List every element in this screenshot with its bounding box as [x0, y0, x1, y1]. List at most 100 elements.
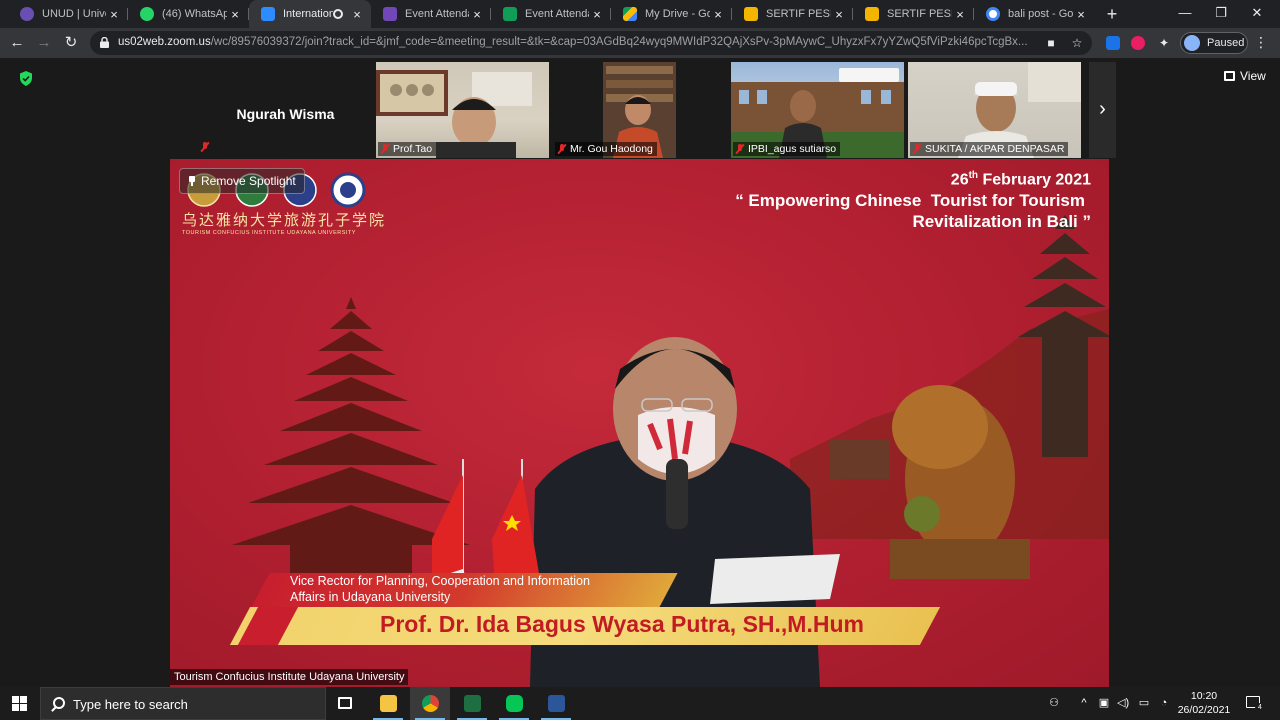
- volume-icon[interactable]: ◁): [1117, 697, 1129, 709]
- close-tab-icon[interactable]: ×: [831, 7, 847, 22]
- tab-my-drive[interactable]: My Drive - Goo ×: [611, 0, 732, 28]
- encryption-shield-icon[interactable]: [19, 71, 33, 86]
- spotlight-video[interactable]: 乌达雅纳大学旅游孔子学院 TOURISM CONFUCIUS INSTITUTE…: [170, 159, 1109, 687]
- participant-name-caption: IPBI_agus sutiarso: [733, 142, 841, 156]
- participant-video-tile[interactable]: SUKITA / AKPAR DENPASAR: [908, 62, 1081, 158]
- close-tab-icon[interactable]: ×: [710, 7, 726, 22]
- tab-title: Event Attendan: [525, 8, 589, 20]
- participant-name: Ngurah Wisma: [236, 106, 335, 122]
- close-tab-icon[interactable]: ×: [106, 7, 122, 22]
- spotlight-participant-name: Tourism Confucius Institute Udayana Univ…: [170, 669, 409, 685]
- chrome-taskbar-button[interactable]: [410, 687, 450, 720]
- participant-video-tile[interactable]: IPBI_agus sutiarso: [731, 62, 904, 158]
- tab-title: SERTIF PESERTA: [887, 8, 952, 20]
- speaker-name: Prof. Dr. Ida Bagus Wyasa Putra, SH.,M.H…: [380, 611, 864, 637]
- windows-start-icon[interactable]: [12, 696, 27, 711]
- participant-name-caption: Mr. Gou Haodong: [555, 142, 657, 156]
- chrome-icon: [422, 695, 439, 712]
- tab-bali-post[interactable]: bali post - Goo ×: [974, 0, 1095, 28]
- extensions-puzzle-icon[interactable]: ✦: [1157, 36, 1171, 50]
- reload-button[interactable]: ↻: [60, 32, 82, 54]
- search-placeholder: Type here to search: [73, 697, 188, 712]
- browser-tab-strip: UNUD | Univers × (46) WhatsApp × Interna…: [0, 0, 1280, 28]
- participant-tile-no-video[interactable]: Ngurah Wisma: [198, 62, 373, 158]
- tab-whatsapp[interactable]: (46) WhatsApp ×: [128, 0, 249, 28]
- tab-event-attendance-2[interactable]: Event Attendan ×: [491, 0, 611, 28]
- view-button[interactable]: View: [1224, 69, 1266, 83]
- task-view-button[interactable]: [326, 687, 366, 720]
- participant-name-caption: SUKITA / AKPAR DENPASAR: [910, 142, 1069, 156]
- profile-button[interactable]: Paused: [1180, 32, 1248, 54]
- event-theme-line-2: Revitalization in Bali ”: [912, 212, 1091, 231]
- action-center-notification-icon[interactable]: 4: [1246, 696, 1265, 713]
- people-icon[interactable]: ⚇: [1048, 697, 1060, 709]
- remove-spotlight-label: Remove Spotlight: [201, 174, 296, 188]
- tab-title: My Drive - Goo: [645, 8, 710, 20]
- tab-event-attendance-1[interactable]: Event Attendan ×: [371, 0, 491, 28]
- avatar: [1184, 35, 1200, 51]
- participant-video-tile[interactable]: Mr. Gou Haodong: [553, 62, 726, 158]
- wifi-icon[interactable]: ◔: [1158, 697, 1170, 709]
- close-tab-icon[interactable]: ×: [589, 7, 605, 22]
- close-tab-icon[interactable]: ×: [952, 7, 968, 22]
- tab-sertif-1[interactable]: SERTIF PESERTA ×: [732, 0, 853, 28]
- tab-title: (46) WhatsApp: [162, 8, 227, 20]
- taskbar-search-box[interactable]: Type here to search: [40, 687, 326, 720]
- file-explorer-button[interactable]: [368, 687, 408, 720]
- close-tab-icon[interactable]: ×: [227, 7, 243, 22]
- network-status-icon[interactable]: ▣: [1098, 697, 1110, 709]
- chrome-menu-icon[interactable]: ⋮: [1254, 34, 1268, 51]
- close-tab-icon[interactable]: ×: [1073, 7, 1089, 22]
- line-taskbar-button[interactable]: [494, 687, 534, 720]
- participant-video-tile[interactable]: Prof.Tao: [376, 62, 549, 158]
- word-taskbar-button[interactable]: [536, 687, 576, 720]
- show-hidden-icons-chevron-icon[interactable]: ^: [1078, 697, 1090, 709]
- sheets-favicon-icon: [503, 7, 517, 21]
- muted-mic-icon: [380, 144, 390, 154]
- event-date: 26th February 2021: [950, 170, 1091, 189]
- participant-name-caption: Prof.Tao: [378, 142, 437, 156]
- forward-button[interactable]: →: [33, 32, 55, 54]
- tab-unud[interactable]: UNUD | Univers ×: [8, 0, 128, 28]
- muted-mic-icon: [735, 144, 745, 154]
- notification-count: 4: [1255, 703, 1265, 713]
- word-icon: [548, 695, 565, 712]
- grid-view-icon: [1224, 71, 1235, 81]
- extension-pink-icon[interactable]: [1131, 36, 1145, 50]
- event-theme-line-1: “ Empowering Chinese Tourist for Tourism: [735, 191, 1085, 210]
- tab-zoom-active[interactable]: Internation ×: [249, 0, 371, 28]
- muted-mic-icon: [912, 144, 922, 154]
- close-tab-icon[interactable]: ×: [349, 7, 365, 22]
- back-button[interactable]: ←: [6, 32, 28, 54]
- unud-favicon-icon: [20, 7, 34, 21]
- excel-icon: [464, 695, 481, 712]
- view-label: View: [1240, 69, 1266, 83]
- recording-indicator-icon: [333, 9, 343, 19]
- excel-taskbar-button[interactable]: [452, 687, 492, 720]
- task-view-icon: [338, 697, 352, 709]
- tab-sertif-2[interactable]: SERTIF PESERTA ×: [853, 0, 974, 28]
- muted-mic-icon: [200, 142, 213, 152]
- tab-title: Internation: [283, 8, 333, 20]
- close-window-button[interactable]: ✕: [1234, 0, 1280, 28]
- google-favicon-icon: [986, 7, 1000, 21]
- address-bar[interactable]: us02web.zoom.us/wc/89576039372/join?trac…: [90, 31, 1092, 55]
- forms-favicon-icon: [383, 7, 397, 21]
- windows-taskbar: Type here to search ⚇ ^ ▣ ◁) ▭ ◔ 10:20 2…: [0, 687, 1280, 720]
- line-app-icon: [506, 695, 523, 712]
- whatsapp-favicon-icon: [140, 7, 154, 21]
- search-icon: [53, 697, 65, 709]
- drive-favicon-icon: [623, 7, 637, 21]
- extension-screencast-icon[interactable]: [1106, 36, 1120, 50]
- close-tab-icon[interactable]: ×: [469, 7, 485, 22]
- taskbar-clock[interactable]: 10:20 26/02/2021: [1176, 689, 1232, 717]
- pin-icon: [188, 176, 196, 186]
- battery-icon[interactable]: ▭: [1138, 697, 1150, 709]
- speaker-role: Vice Rector for Planning, Cooperation an…: [290, 574, 590, 604]
- lock-icon: [100, 37, 109, 48]
- new-tab-button[interactable]: +: [1102, 4, 1122, 24]
- bookmark-star-icon[interactable]: ☆: [1070, 36, 1084, 50]
- next-page-arrow-button[interactable]: ›: [1089, 62, 1116, 158]
- camera-icon[interactable]: ■: [1044, 36, 1058, 50]
- remove-spotlight-button[interactable]: Remove Spotlight: [179, 168, 305, 194]
